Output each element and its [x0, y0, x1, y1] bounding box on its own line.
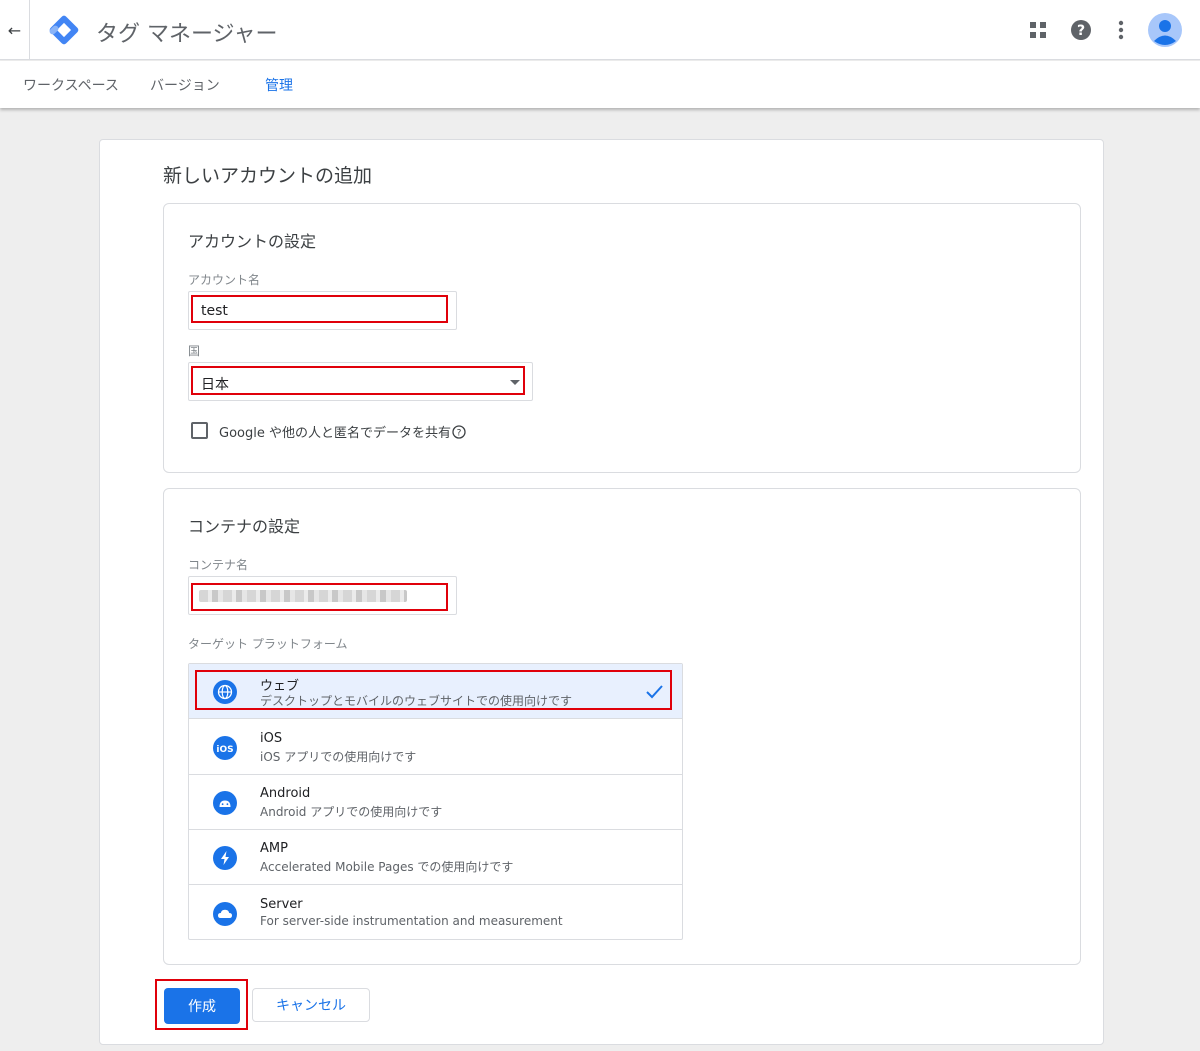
container-name-label: コンテナ名 — [188, 558, 249, 572]
more-vert-icon[interactable] — [1105, 14, 1137, 46]
platform-option-amp[interactable]: AMP Accelerated Mobile Pages での使用向けです — [189, 830, 682, 885]
app-title: タグ マネージャー — [96, 22, 278, 47]
country-label: 国 — [188, 344, 201, 358]
check-icon — [646, 685, 663, 699]
platform-desc: デスクトップとモバイルのウェブサイトでの使用向けです — [260, 694, 573, 708]
target-platform-label: ターゲット プラットフォーム — [188, 637, 348, 651]
svg-text:?: ? — [457, 429, 462, 439]
account-section-title: アカウントの設定 — [188, 232, 317, 251]
platform-option-android[interactable]: Android Android アプリでの使用向けです — [189, 775, 682, 830]
platform-desc: Accelerated Mobile Pages での使用向けです — [260, 860, 514, 874]
platform-list: ウェブ デスクトップとモバイルのウェブサイトでの使用向けです iOS iOS i… — [188, 663, 683, 940]
container-name-input[interactable] — [188, 576, 457, 615]
svg-text:iOS: iOS — [216, 745, 233, 755]
gtm-logo-icon[interactable] — [46, 12, 82, 48]
back-arrow-icon[interactable]: ← — [0, 0, 30, 60]
platform-desc: iOS アプリでの使用向けです — [260, 750, 417, 764]
platform-name: iOS — [260, 731, 283, 746]
help-outline-icon[interactable]: ? — [452, 425, 466, 439]
nav-bar: ワークスペース バージョン 管理 — [0, 61, 1200, 108]
redacted-container-name — [199, 590, 407, 602]
country-value: 日本 — [201, 377, 229, 393]
platform-option-server[interactable]: Server For server-side instrumentation a… — [189, 886, 682, 941]
help-icon[interactable]: ? — [1065, 14, 1097, 46]
container-section-title: コンテナの設定 — [188, 517, 301, 536]
tab-admin[interactable]: 管理 — [265, 75, 293, 95]
container-settings-section: コンテナの設定 コンテナ名 ターゲット プラットフォーム ウェブ デスクトップと… — [163, 488, 1081, 965]
platform-name: Android — [260, 786, 311, 801]
account-avatar-icon[interactable] — [1146, 11, 1184, 49]
share-data-checkbox[interactable] — [191, 422, 208, 439]
platform-name: AMP — [260, 841, 288, 856]
android-icon — [213, 791, 237, 815]
platform-desc: For server-side instrumentation and meas… — [260, 914, 563, 928]
amp-bolt-icon — [213, 846, 237, 870]
tab-workspace[interactable]: ワークスペース — [23, 75, 119, 95]
share-data-label: Google や他の人と匿名でデータを共有 — [219, 426, 451, 441]
platform-option-web[interactable]: ウェブ デスクトップとモバイルのウェブサイトでの使用向けです — [189, 664, 682, 719]
globe-icon — [213, 680, 237, 704]
add-account-card: 新しいアカウントの追加 アカウントの設定 アカウント名 test 国 日本 Go… — [99, 139, 1104, 1045]
top-app-bar: ← タグ マネージャー ? — [0, 0, 1200, 60]
account-name-value: test — [201, 303, 228, 319]
tab-versions[interactable]: バージョン — [150, 75, 220, 95]
country-select[interactable]: 日本 — [188, 362, 533, 401]
platform-name: Server — [260, 897, 303, 912]
apps-grid-icon[interactable] — [1022, 14, 1054, 46]
cancel-button[interactable]: キャンセル — [252, 988, 370, 1022]
account-settings-section: アカウントの設定 アカウント名 test 国 日本 Google や他の人と匿名… — [163, 203, 1081, 473]
platform-desc: Android アプリでの使用向けです — [260, 805, 443, 819]
dropdown-caret-icon — [510, 380, 520, 385]
account-name-label: アカウント名 — [188, 273, 261, 287]
create-button[interactable]: 作成 — [164, 988, 240, 1024]
ios-icon: iOS — [213, 736, 237, 760]
cloud-icon — [213, 902, 237, 926]
account-name-input[interactable]: test — [188, 291, 457, 330]
page-title: 新しいアカウントの追加 — [163, 165, 373, 187]
svg-text:?: ? — [1077, 23, 1085, 39]
platform-option-ios[interactable]: iOS iOS iOS アプリでの使用向けです — [189, 720, 682, 775]
